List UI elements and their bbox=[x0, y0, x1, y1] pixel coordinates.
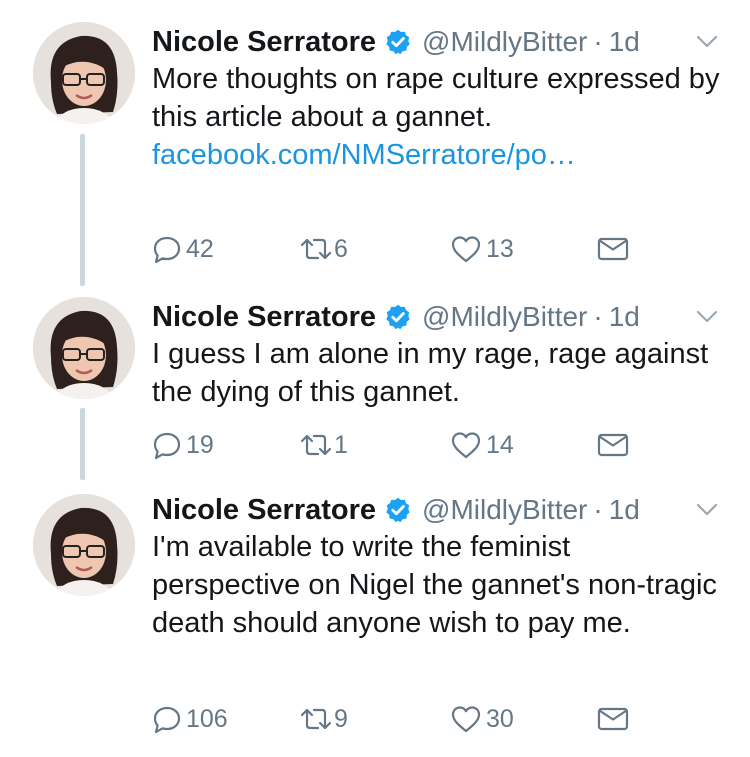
retweet-count: 1 bbox=[334, 430, 348, 459]
tweet[interactable]: Nicole Serratore @MildlyBitter · 1d I gu… bbox=[0, 297, 750, 477]
heart-icon bbox=[451, 432, 481, 459]
envelope-icon bbox=[597, 237, 629, 261]
retweet-icon bbox=[300, 238, 332, 260]
separator-dot: · bbox=[593, 301, 603, 332]
tweet-text: More thoughts on rape culture expressed … bbox=[152, 60, 722, 174]
timestamp[interactable]: 1d bbox=[609, 494, 640, 526]
author-name[interactable]: Nicole Serratore bbox=[152, 494, 376, 527]
avatar[interactable] bbox=[33, 494, 135, 596]
reply-icon bbox=[153, 432, 181, 460]
retweet-icon bbox=[300, 708, 332, 730]
like-button[interactable]: 30 bbox=[450, 702, 514, 736]
reply-count: 19 bbox=[186, 430, 214, 459]
separator-dot: · bbox=[593, 26, 603, 57]
reply-button[interactable]: 19 bbox=[152, 428, 214, 462]
reply-count: 42 bbox=[186, 234, 214, 263]
envelope-icon bbox=[597, 707, 629, 731]
chevron-down-icon[interactable] bbox=[692, 30, 722, 54]
author-name[interactable]: Nicole Serratore bbox=[152, 301, 376, 334]
like-button[interactable]: 13 bbox=[450, 232, 514, 266]
avatar[interactable] bbox=[33, 297, 135, 399]
retweet-count: 6 bbox=[334, 234, 348, 263]
tweet-header: Nicole Serratore @MildlyBitter · 1d bbox=[152, 490, 640, 530]
tweet-body: More thoughts on rape culture expressed … bbox=[152, 63, 728, 133]
reply-count: 106 bbox=[186, 704, 228, 733]
retweet-count: 9 bbox=[334, 704, 348, 733]
retweet-button[interactable]: 9 bbox=[298, 702, 348, 736]
retweet-icon bbox=[300, 434, 332, 456]
tweet-header: Nicole Serratore @MildlyBitter · 1d bbox=[152, 22, 640, 62]
heart-icon bbox=[451, 236, 481, 263]
tweet-header: Nicole Serratore @MildlyBitter · 1d bbox=[152, 297, 640, 337]
tweet-text: I'm available to write the feminist pers… bbox=[152, 531, 725, 639]
direct-message-button[interactable] bbox=[596, 232, 630, 266]
verified-badge-icon bbox=[386, 304, 410, 330]
tweet-actions: 19 1 14 bbox=[152, 428, 652, 462]
tweet[interactable]: Nicole Serratore @MildlyBitter · 1d More… bbox=[0, 22, 750, 292]
author-handle[interactable]: @MildlyBitter bbox=[422, 494, 587, 526]
author-handle[interactable]: @MildlyBitter bbox=[422, 26, 587, 58]
direct-message-button[interactable] bbox=[596, 702, 630, 736]
tweet[interactable]: Nicole Serratore @MildlyBitter · 1d I'm … bbox=[0, 490, 750, 750]
tweet-actions: 42 6 13 bbox=[152, 232, 652, 266]
direct-message-button[interactable] bbox=[596, 428, 630, 462]
avatar[interactable] bbox=[33, 22, 135, 124]
like-count: 30 bbox=[486, 704, 514, 733]
author-handle[interactable]: @MildlyBitter bbox=[422, 301, 587, 333]
chevron-down-icon[interactable] bbox=[692, 305, 722, 329]
verified-badge-icon bbox=[386, 497, 410, 523]
retweet-button[interactable]: 6 bbox=[298, 232, 348, 266]
heart-icon bbox=[451, 706, 481, 733]
tweet-actions: 106 9 30 bbox=[152, 702, 652, 736]
tweet-link[interactable]: facebook.com/NMSerratore/po… bbox=[152, 139, 576, 171]
reply-button[interactable]: 106 bbox=[152, 702, 228, 736]
like-count: 13 bbox=[486, 234, 514, 263]
timestamp[interactable]: 1d bbox=[609, 301, 640, 333]
like-button[interactable]: 14 bbox=[450, 428, 514, 462]
reply-icon bbox=[153, 706, 181, 734]
reply-button[interactable]: 42 bbox=[152, 232, 214, 266]
reply-icon bbox=[153, 236, 181, 264]
like-count: 14 bbox=[486, 430, 514, 459]
chevron-down-icon[interactable] bbox=[692, 498, 722, 522]
timestamp[interactable]: 1d bbox=[609, 26, 640, 58]
author-name[interactable]: Nicole Serratore bbox=[152, 26, 376, 59]
separator-dot: · bbox=[593, 494, 603, 525]
envelope-icon bbox=[597, 433, 629, 457]
verified-badge-icon bbox=[386, 29, 410, 55]
retweet-button[interactable]: 1 bbox=[298, 428, 348, 462]
tweet-text: I guess I am alone in my rage, rage agai… bbox=[152, 338, 717, 408]
